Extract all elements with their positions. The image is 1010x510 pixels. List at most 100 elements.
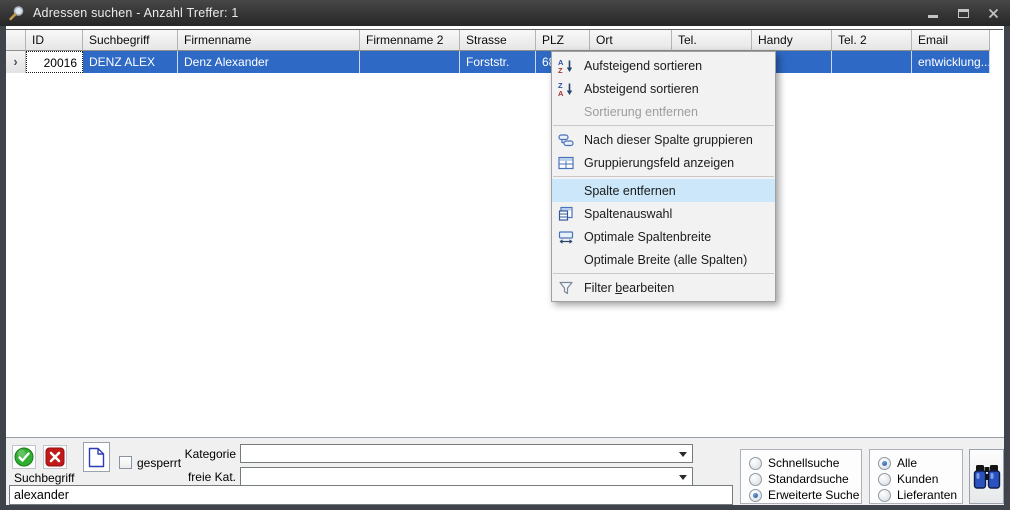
radio-icon (878, 473, 891, 486)
header-firmenname2[interactable]: Firmenname 2 (360, 30, 460, 51)
scope-groupbox: Alle Kunden Lieferanten (869, 449, 963, 504)
menu-item-label-pre: Filter (584, 281, 615, 295)
menu-item-sort-descending[interactable]: Z A Absteigend sortieren (552, 77, 775, 100)
gesperrt-checkbox[interactable] (119, 456, 132, 469)
maximize-icon (958, 9, 969, 18)
radio-erweiterte-suche[interactable]: Erweiterte Suche (741, 487, 861, 503)
menu-separator (553, 273, 774, 274)
radio-label: Kunden (897, 472, 938, 486)
header-email[interactable]: Email (912, 30, 990, 51)
cell-strasse[interactable]: Forststr. (460, 51, 536, 73)
menu-item-remove-column[interactable]: Spalte entfernen (552, 179, 775, 202)
app-window: Adressen suchen - Anzahl Treffer: 1 ID S… (0, 0, 1010, 510)
cell-tel2[interactable] (832, 51, 912, 73)
menu-item-label: Spaltenauswahl (584, 207, 672, 221)
column-chooser-icon (557, 206, 575, 222)
cell-firmenname[interactable]: Denz Alexander (178, 51, 360, 73)
radio-schnellsuche[interactable]: Schnellsuche (741, 455, 861, 471)
radio-label: Alle (897, 456, 917, 470)
freie-kat-combobox[interactable] (240, 467, 693, 486)
table-row[interactable]: › 20016 DENZ ALEX Denz Alexander Forstst… (6, 51, 1003, 73)
kategorie-combobox[interactable] (240, 444, 693, 463)
radio-standardsuche[interactable]: Standardsuche (741, 471, 861, 487)
menu-item-label: Gruppierungsfeld anzeigen (584, 156, 734, 170)
cancel-button[interactable] (43, 445, 67, 469)
chevron-down-icon (679, 475, 687, 480)
menu-item-label: Spalte entfernen (584, 184, 676, 198)
header-firmenname[interactable]: Firmenname (178, 30, 360, 51)
menu-item-best-fit[interactable]: Optimale Spaltenbreite (552, 225, 775, 248)
menu-item-remove-sort: Sortierung entfernen (552, 100, 775, 123)
menu-item-best-fit-all[interactable]: Optimale Breite (alle Spalten) (552, 248, 775, 271)
header-ort[interactable]: Ort (590, 30, 672, 51)
green-check-icon (14, 447, 34, 467)
close-button[interactable] (986, 6, 1000, 20)
footer-panel: gesperrt Kategorie freie Kat. Suchbegrif… (6, 437, 1004, 505)
cell-email[interactable]: entwicklung... (912, 51, 990, 73)
chevron-down-icon (679, 452, 687, 457)
radio-label: Standardsuche (768, 472, 849, 486)
header-suchbegriff[interactable]: Suchbegriff (83, 30, 178, 51)
binoculars-icon (973, 464, 1001, 490)
radio-label: Schnellsuche (768, 456, 839, 470)
radio-icon (878, 489, 891, 502)
filter-icon (557, 280, 575, 296)
sort-ascending-icon: A Z (557, 58, 575, 74)
cell-firmenname2[interactable] (360, 51, 460, 73)
group-panel-icon (557, 155, 575, 171)
kategorie-label: Kategorie (156, 447, 236, 461)
radio-label: Lieferanten (897, 488, 957, 502)
svg-text:Z: Z (558, 66, 563, 74)
header-id[interactable]: ID (26, 30, 83, 51)
radio-lieferanten[interactable]: Lieferanten (870, 487, 962, 503)
radio-kunden[interactable]: Kunden (870, 471, 962, 487)
header-handy[interactable]: Handy (752, 30, 832, 51)
document-icon (88, 447, 105, 468)
cell-id[interactable]: 20016 (26, 51, 83, 73)
header-tel2[interactable]: Tel. 2 (832, 30, 912, 51)
menu-item-group-by-column[interactable]: Nach dieser Spalte gruppieren (552, 128, 775, 151)
menu-item-label: Optimale Spaltenbreite (584, 230, 711, 244)
header-strasse[interactable]: Strasse (460, 30, 536, 51)
ok-button[interactable] (12, 445, 36, 469)
minimize-icon (928, 15, 938, 18)
address-grid: ID Suchbegriff Firmenname Firmenname 2 S… (6, 29, 1003, 437)
radio-icon (749, 473, 762, 486)
radio-icon (749, 457, 762, 470)
header-plz[interactable]: PLZ (536, 30, 590, 51)
group-by-column-icon (557, 132, 575, 148)
menu-item-sort-ascending[interactable]: A Z Aufsteigend sortieren (552, 54, 775, 77)
menu-item-label-post: earbeiten (622, 281, 674, 295)
suchbegriff-input[interactable] (9, 485, 733, 505)
sort-descending-icon: Z A (557, 81, 575, 97)
radio-icon-selected (878, 457, 891, 470)
grid-header-row: ID Suchbegriff Firmenname Firmenname 2 S… (6, 30, 1003, 51)
red-x-icon (45, 447, 65, 467)
title-bar: Adressen suchen - Anzahl Treffer: 1 (0, 0, 1010, 26)
menu-item-label: Aufsteigend sortieren (584, 59, 702, 73)
svg-text:A: A (558, 89, 564, 97)
header-tel[interactable]: Tel. (672, 30, 752, 51)
radio-alle[interactable]: Alle (870, 455, 962, 471)
menu-item-show-group-panel[interactable]: Gruppierungsfeld anzeigen (552, 151, 775, 174)
radio-icon-selected (749, 489, 762, 502)
maximize-button[interactable] (956, 6, 970, 20)
close-icon (988, 8, 999, 19)
window-title: Adressen suchen - Anzahl Treffer: 1 (33, 6, 239, 20)
minimize-button[interactable] (926, 6, 940, 20)
window-content: ID Suchbegriff Firmenname Firmenname 2 S… (6, 26, 1004, 505)
menu-item-column-chooser[interactable]: Spaltenauswahl (552, 202, 775, 225)
suchbegriff-label: Suchbegriff (14, 471, 75, 485)
magnifier-icon (8, 5, 25, 22)
menu-item-label: Absteigend sortieren (584, 82, 699, 96)
cell-suchbegriff[interactable]: DENZ ALEX (83, 51, 178, 73)
search-button[interactable] (969, 449, 1004, 504)
menu-item-label: Sortierung entfernen (584, 105, 698, 119)
best-fit-icon (557, 229, 575, 245)
column-context-menu: A Z Aufsteigend sortieren Z A (551, 51, 776, 302)
new-document-button[interactable] (83, 442, 110, 472)
menu-item-label: Optimale Breite (alle Spalten) (584, 253, 747, 267)
menu-item-filter-editor[interactable]: Filter bearbeiten (552, 276, 775, 299)
menu-separator (553, 125, 774, 126)
header-indicator (6, 30, 26, 51)
